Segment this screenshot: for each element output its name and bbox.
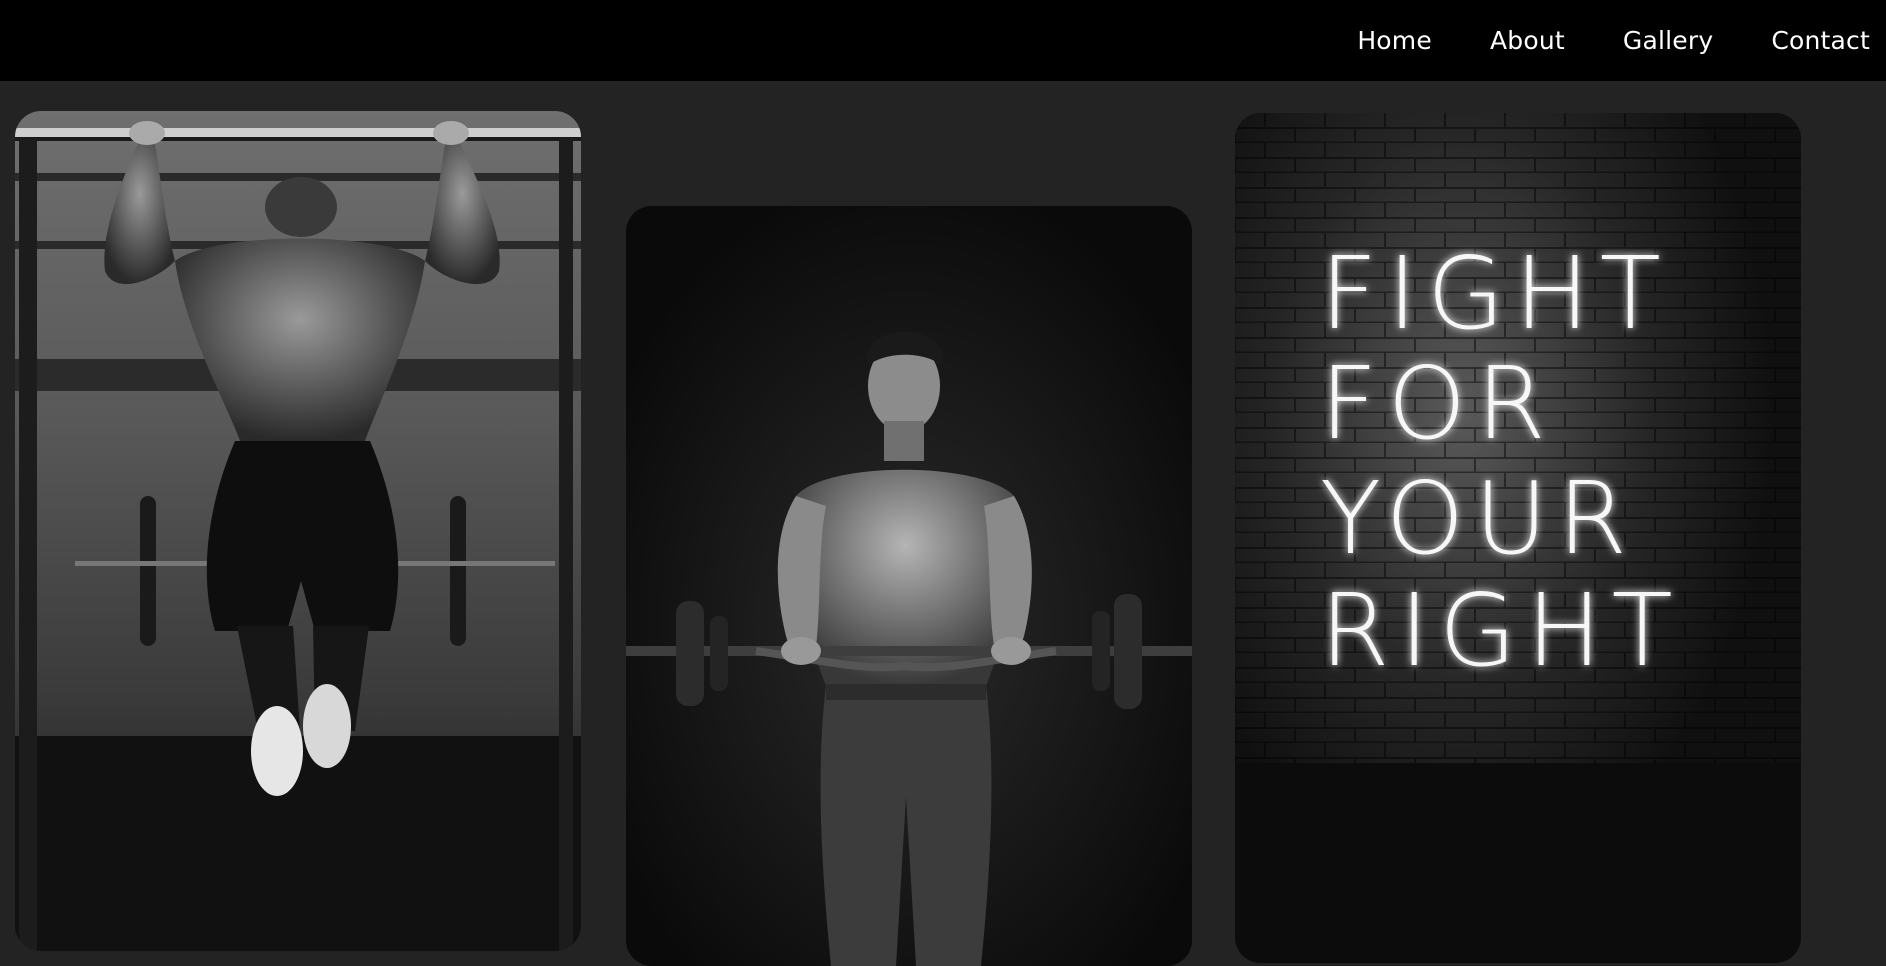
neon-line-2: FOR (1320, 345, 1556, 462)
nav-menu: Home About Gallery Contact (1357, 0, 1870, 81)
neon-sign-text: FIGHT FOR YOUR RIGHT (1320, 235, 1683, 689)
nav-link-home[interactable]: Home (1357, 26, 1432, 55)
image-gallery: FIGHT FOR YOUR RIGHT (0, 81, 1886, 966)
neon-line-4: RIGHT (1320, 572, 1683, 689)
nav-link-about[interactable]: About (1490, 26, 1565, 55)
nav-link-contact[interactable]: Contact (1771, 26, 1870, 55)
gallery-card-barbell[interactable] (626, 206, 1192, 966)
neon-line-1: FIGHT (1320, 235, 1671, 352)
gallery-card-neon-sign[interactable]: FIGHT FOR YOUR RIGHT (1235, 113, 1801, 963)
barbell-photo (626, 206, 1192, 966)
neon-sign-photo: FIGHT FOR YOUR RIGHT (1235, 113, 1801, 963)
pullup-photo (15, 111, 581, 951)
top-navigation-bar: Home About Gallery Contact (0, 0, 1886, 81)
nav-link-gallery[interactable]: Gallery (1623, 26, 1713, 55)
gallery-card-pullup[interactable] (15, 111, 581, 951)
neon-line-3: YOUR (1320, 460, 1637, 577)
